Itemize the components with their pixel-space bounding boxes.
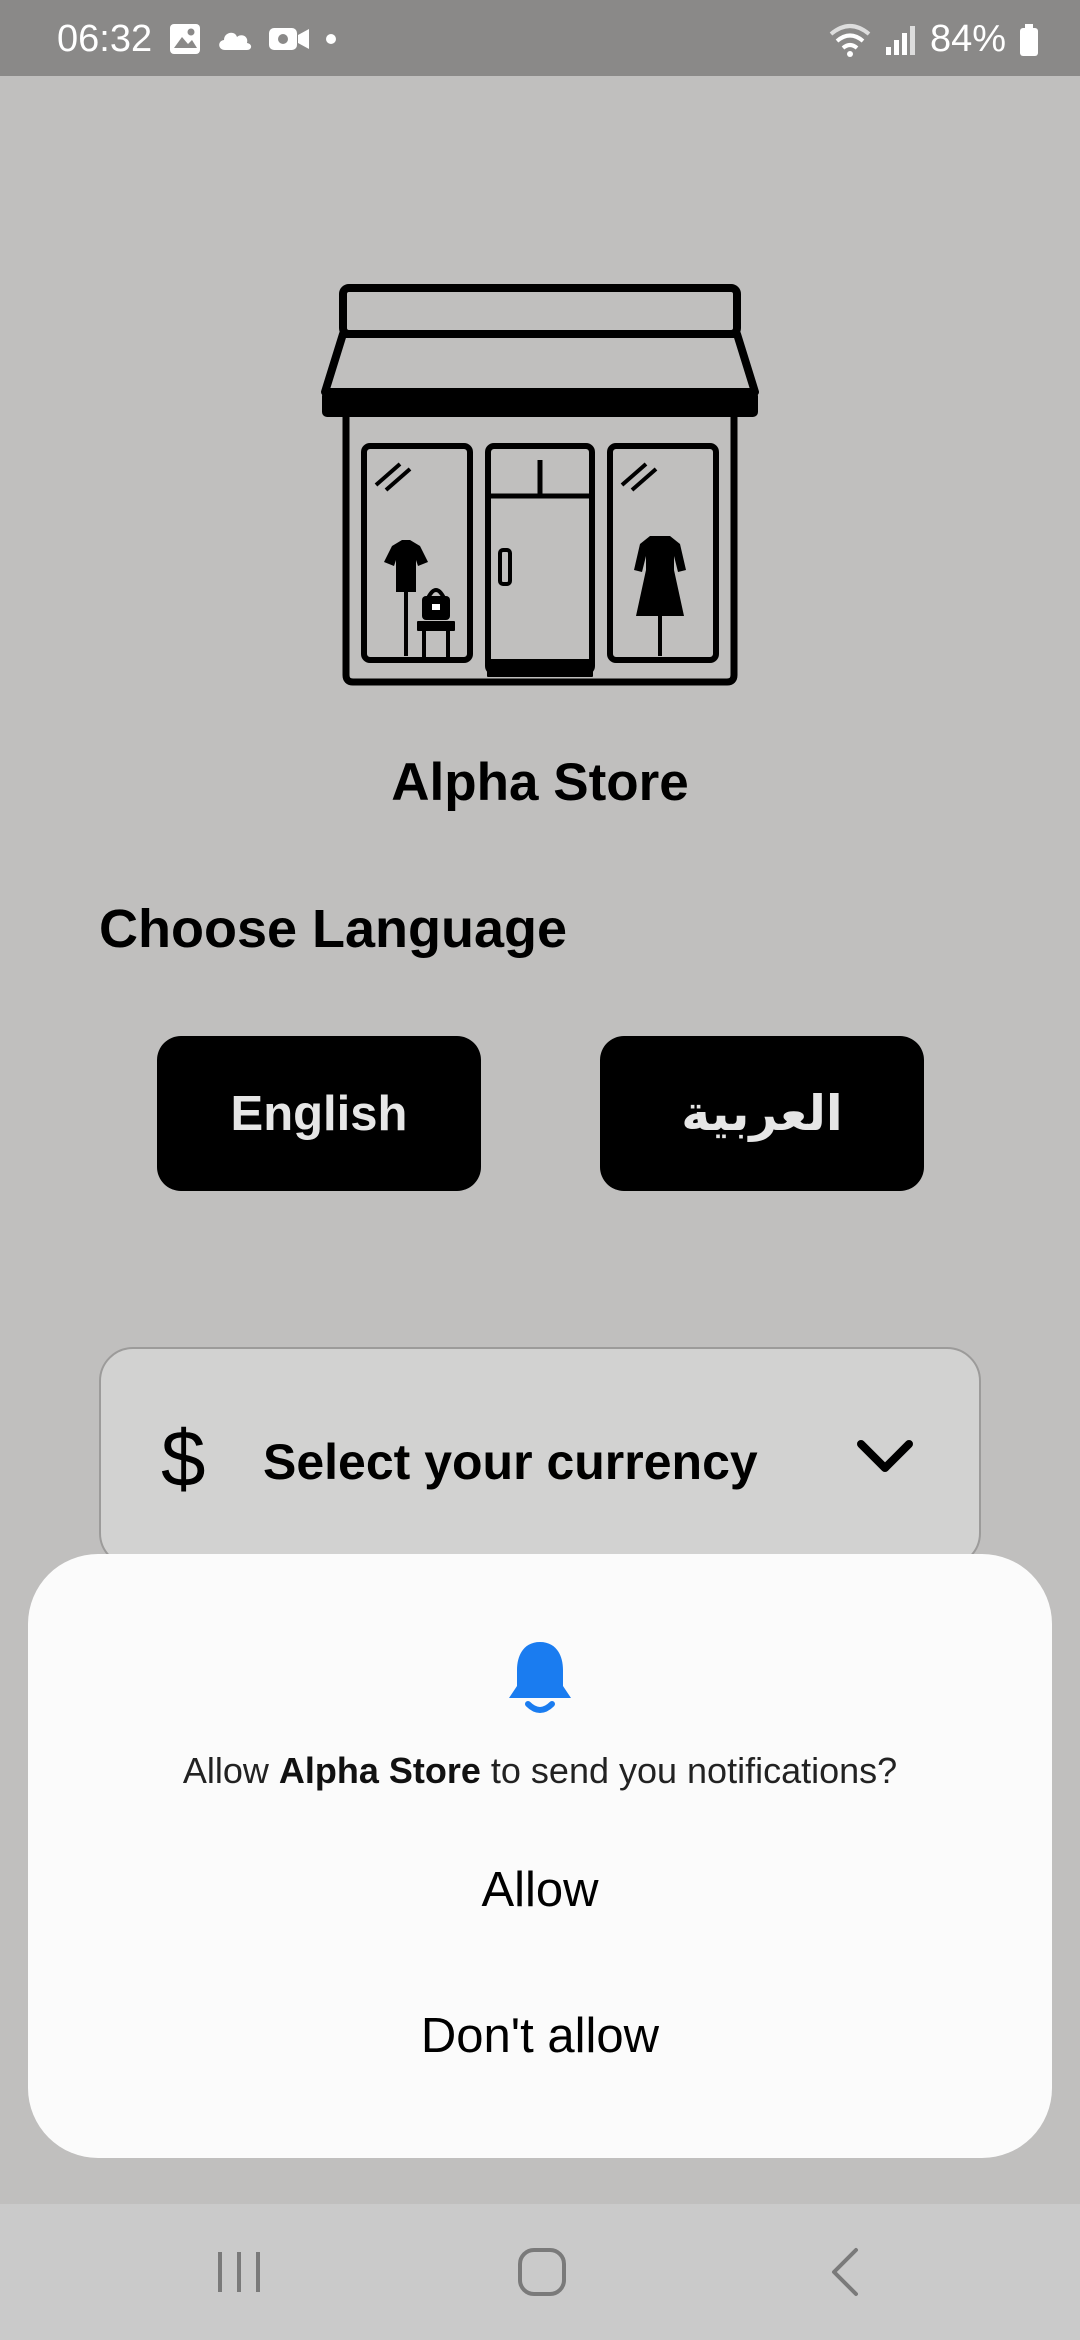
language-heading: Choose Language xyxy=(99,899,568,959)
status-time: 06:32 xyxy=(57,18,153,60)
navigation-bar xyxy=(0,2204,1080,2340)
dollar-icon: $ xyxy=(161,1414,206,1503)
app-title: Alpha Store xyxy=(391,753,689,812)
english-button[interactable]: English xyxy=(157,1036,481,1191)
status-notification-icons xyxy=(168,22,338,56)
currency-placeholder: Select your currency xyxy=(263,1434,758,1490)
dont-allow-button[interactable]: Don't allow xyxy=(28,2008,1052,2064)
battery-icon xyxy=(1020,23,1038,56)
battery-percent: 84% xyxy=(929,18,1006,60)
bell-icon xyxy=(509,1642,571,1713)
gallery-icon xyxy=(170,24,200,54)
video-icon xyxy=(269,28,309,50)
notification-permission-dialog: Allow Alpha Store to send you notificati… xyxy=(28,1554,1052,2158)
status-system-icons: 84% xyxy=(828,18,1040,61)
chevron-down-icon xyxy=(857,1440,913,1472)
wifi-icon xyxy=(829,23,871,57)
signal-icon xyxy=(885,25,915,55)
status-bar: 06:32 84% xyxy=(0,0,1080,76)
allow-button[interactable]: Allow xyxy=(28,1862,1052,1918)
message-suffix: to send you notifications? xyxy=(480,1750,898,1791)
cloud-icon xyxy=(219,32,252,50)
storefront-icon xyxy=(321,284,759,686)
notification-message: Allow Alpha Store to send you notificati… xyxy=(28,1750,1052,1792)
back-icon[interactable] xyxy=(820,2244,870,2300)
arabic-button[interactable]: العربية xyxy=(600,1036,924,1191)
dot-icon xyxy=(326,34,336,44)
message-prefix: Allow xyxy=(182,1750,279,1791)
home-icon[interactable] xyxy=(514,2244,570,2300)
message-app-name: Alpha Store xyxy=(278,1750,481,1791)
currency-select[interactable]: $ Select your currency xyxy=(99,1347,981,1567)
recent-apps-icon[interactable] xyxy=(212,2244,266,2300)
